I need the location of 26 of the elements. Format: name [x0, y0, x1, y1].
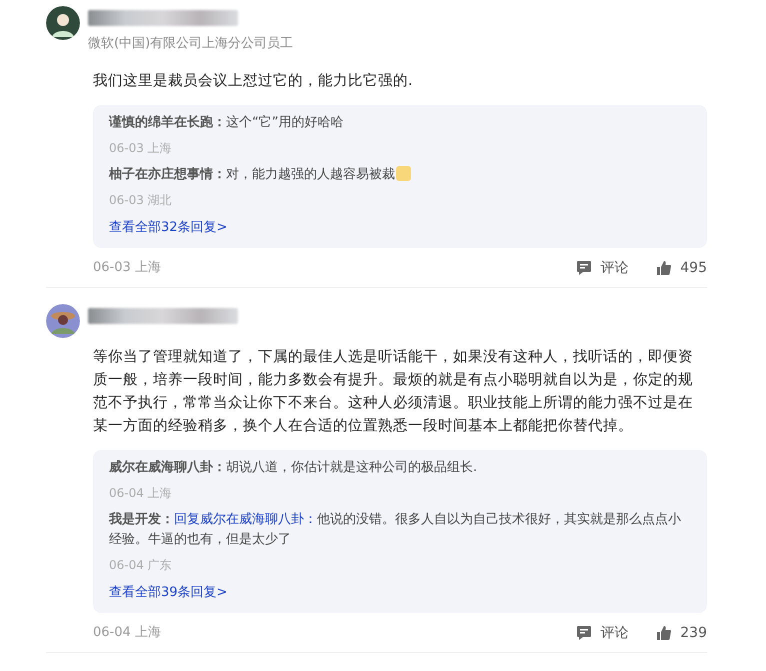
comment-meta: 06-04 上海 — [93, 624, 161, 642]
reply-meta: 06-03 上海 — [109, 140, 173, 156]
comment-text: 等你当了管理就知道了，下属的最佳人选是听话能干，如果没有这种人，找听话的，即便资质一般，培养一段时间，能力多数会有提升。最烦的就是有点小聪明就自以为是，你定的规范不予执行，常常当众让你下不来台。这种人必须清退。职业技能上所谓的能力强不过是在某一方面的经验稍多，换个人在合适的位置熟悉一段时间基本上都能把你替代掉。 — [93, 348, 694, 436]
view-all-replies-link[interactable]: 查看全部32条回复> — [109, 220, 228, 234]
reply-meta: 06-04 广东 — [109, 556, 173, 574]
comment-button[interactable]: 评论 — [600, 622, 628, 644]
reply-link[interactable]: 回复威尔在威海聊八卦： — [174, 512, 317, 526]
reply-text: 谨慎的绵羊在长跑：这个“它”用的好哈哈 — [109, 114, 344, 132]
comment-icon[interactable] — [576, 260, 592, 276]
view-all-replies-link[interactable]: 查看全部39条回复> — [109, 584, 228, 600]
comment-meta: 06-03 上海 — [93, 259, 161, 278]
like-count: 239 — [680, 624, 707, 642]
reply-meta: 06-04 上海 — [109, 484, 173, 502]
reply-text: 威尔在威海聊八卦：胡说八道，你估计就是这种公司的极品组长. — [109, 458, 478, 476]
reply-text: 我是开发：回复威尔在威海聊八卦：他说的没错。很多人自以为自己技术很好，其实就是那么点点小经验。牛逼的也有，但是太少了 — [109, 510, 682, 548]
like-count: 495 — [680, 258, 707, 278]
reply-meta: 06-03 湖北 — [109, 192, 173, 208]
comment-icon[interactable] — [576, 625, 592, 641]
comment-button[interactable]: 评论 — [600, 258, 628, 278]
avatar[interactable] — [46, 304, 80, 338]
thumbs-up-icon[interactable] — [656, 625, 672, 641]
comment-text: 我们这里是裁员会议上怼过它的，能力比它强的. — [93, 72, 414, 90]
thumbs-up-icon[interactable] — [656, 260, 672, 276]
avatar[interactable] — [46, 6, 80, 40]
user-title: 微软(中国)有限公司上海分公司员工 — [88, 35, 294, 53]
reply-text: 柚子在亦庄想事情：对，能力越强的人越容易被裁 — [109, 164, 691, 184]
